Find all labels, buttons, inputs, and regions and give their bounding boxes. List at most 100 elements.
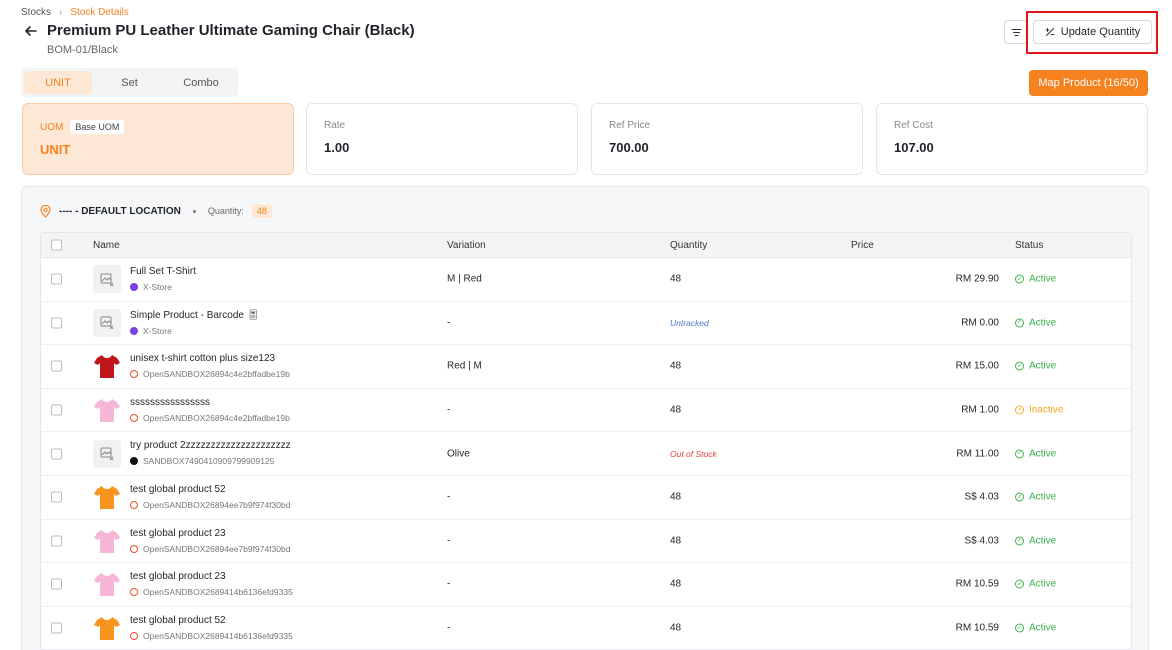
table-row[interactable]: Full Set T-Shirt X-Store M | Red 48 RM 2… [41,258,1131,302]
tab-unit[interactable]: UNIT [24,71,92,94]
variation-cell: Olive [447,448,470,460]
product-name[interactable]: Simple Product - Barcode 🎚 [130,310,259,321]
percent-icon [1045,27,1055,37]
quantity-cell: 48 [670,578,682,590]
product-name[interactable]: Full Set T-Shirt [130,266,196,277]
store-name: OpenSANDBOX2689414b6136efd9335 [143,587,293,598]
status-label: Active [1029,360,1057,372]
table-body: Full Set T-Shirt X-Store M | Red 48 RM 2… [41,258,1131,650]
ref-cost-value: 107.00 [894,140,934,155]
table-row[interactable]: unisex t-shirt cotton plus size123 OpenS… [41,345,1131,389]
status-badge: ✓ Active [1015,274,1056,285]
variation-cell: - [447,404,451,416]
table-row[interactable]: test global product 23 OpenSANDBOX26894e… [41,520,1131,564]
product-name-cell: test global product 52 OpenSANDBOX26894e… [130,484,290,510]
quantity-cell: 48 [670,404,682,416]
status-badge: • Inactive [1015,405,1063,416]
breadcrumb-stocks[interactable]: Stocks [21,7,51,18]
store-name: X-Store [143,325,172,336]
column-header-quantity: Quantity [670,239,708,251]
quantity-cell: 48 [670,360,682,372]
store-info: OpenSANDBOX26894c4e2bffadbe19b [130,413,290,423]
tab-combo[interactable]: Combo [167,71,235,94]
quantity-cell: 48 [670,535,682,547]
table-row[interactable]: ssssssssssssssss OpenSANDBOX26894c4e2bff… [41,389,1131,433]
table-row[interactable]: test global product 52 OpenSANDBOX268941… [41,607,1131,650]
column-header-name: Name [93,239,120,251]
product-name-cell: Full Set T-Shirt X-Store [130,266,196,292]
table-row[interactable]: test global product 52 OpenSANDBOX26894e… [41,476,1131,520]
select-all-checkbox[interactable] [51,239,62,251]
store-name: OpenSANDBOX2689414b6136efd9335 [143,630,293,641]
row-checkbox[interactable] [51,491,62,503]
row-checkbox[interactable] [51,273,62,285]
row-checkbox[interactable] [51,448,62,460]
product-name-cell: Simple Product - Barcode 🎚 X-Store [130,310,259,336]
update-quantity-label: Update Quantity [1060,26,1141,38]
variation-cell: M | Red [447,273,482,285]
breadcrumb-current: Stock Details [70,7,129,18]
store-icon [130,457,138,466]
price-cell: RM 10.59 [955,622,999,634]
page-title: Premium PU Leather Ultimate Gaming Chair… [47,22,415,39]
update-quantity-button[interactable]: Update Quantity [1033,20,1152,44]
product-name[interactable]: test global product 52 [130,484,290,495]
store-name: OpenSANDBOX26894c4e2bffadbe19b [143,412,290,423]
store-info: OpenSANDBOX2689414b6136efd9335 [130,587,293,597]
product-name[interactable]: test global product 23 [130,571,293,582]
store-info: OpenSANDBOX26894ee7b9f974f30bd [130,500,290,510]
uom-value: UNIT [40,142,71,157]
product-name[interactable]: ssssssssssssssss [130,397,290,408]
tab-set[interactable]: Set [92,71,167,94]
status-label: Active [1029,273,1057,285]
status-icon: ✓ [1015,536,1024,546]
product-name[interactable]: test global product 52 [130,615,293,626]
product-name-cell: test global product 23 OpenSANDBOX26894e… [130,528,290,554]
product-name[interactable]: try product 2zzzzzzzzzzzzzzzzzzzzz [130,440,291,451]
location-panel: ---- - DEFAULT LOCATION Quantity: 48 Nam… [21,186,1149,650]
filter-icon [1010,28,1022,36]
quantity-cell: 48 [670,273,682,285]
table-row[interactable]: test global product 23 OpenSANDBOX268941… [41,563,1131,607]
store-icon [130,283,138,291]
row-checkbox[interactable] [51,535,62,547]
store-icon [130,631,138,640]
status-badge: ✓ Active [1015,535,1056,546]
row-checkbox[interactable] [51,317,62,329]
quantity-cell: Untracked [670,317,709,328]
image-placeholder-icon [93,439,121,468]
status-icon: ✓ [1015,492,1024,502]
row-checkbox[interactable] [51,622,62,634]
rate-value: 1.00 [324,140,350,155]
table-row[interactable]: try product 2zzzzzzzzzzzzzzzzzzzzz SANDB… [41,432,1131,476]
column-header-variation: Variation [447,239,486,251]
price-cell: RM 11.00 [956,448,999,460]
tshirt-image [93,352,121,380]
tshirt-image [93,483,121,511]
status-label: Active [1029,317,1057,329]
store-icon [130,413,138,422]
location-quantity-badge: 48 [251,204,272,218]
separator-dot [192,209,196,213]
status-badge: ✓ Active [1015,579,1056,590]
breadcrumb: Stocks › Stock Details [21,7,129,18]
status-icon: ✓ [1015,318,1024,328]
tshirt-image [93,527,121,555]
price-cell: RM 0.00 [961,317,999,329]
product-name-cell: unisex t-shirt cotton plus size123 OpenS… [130,353,290,379]
row-checkbox[interactable] [51,404,62,416]
row-checkbox[interactable] [51,578,62,590]
filter-button[interactable] [1004,20,1028,44]
product-name[interactable]: test global product 23 [130,528,290,539]
product-name[interactable]: unisex t-shirt cotton plus size123 [130,353,290,364]
table-row[interactable]: Simple Product - Barcode 🎚 X-Store - Unt… [41,302,1131,346]
status-icon: ✓ [1015,449,1024,459]
back-arrow-icon[interactable] [24,24,38,38]
status-label: Active [1029,622,1057,634]
store-info: OpenSANDBOX2689414b6136efd9335 [130,631,293,641]
status-label: Active [1029,535,1057,547]
row-checkbox[interactable] [51,360,62,372]
price-cell: S$ 4.03 [964,535,999,547]
map-product-button[interactable]: Map Product (16/50) [1029,70,1148,96]
price-cell: RM 10.59 [955,578,999,590]
